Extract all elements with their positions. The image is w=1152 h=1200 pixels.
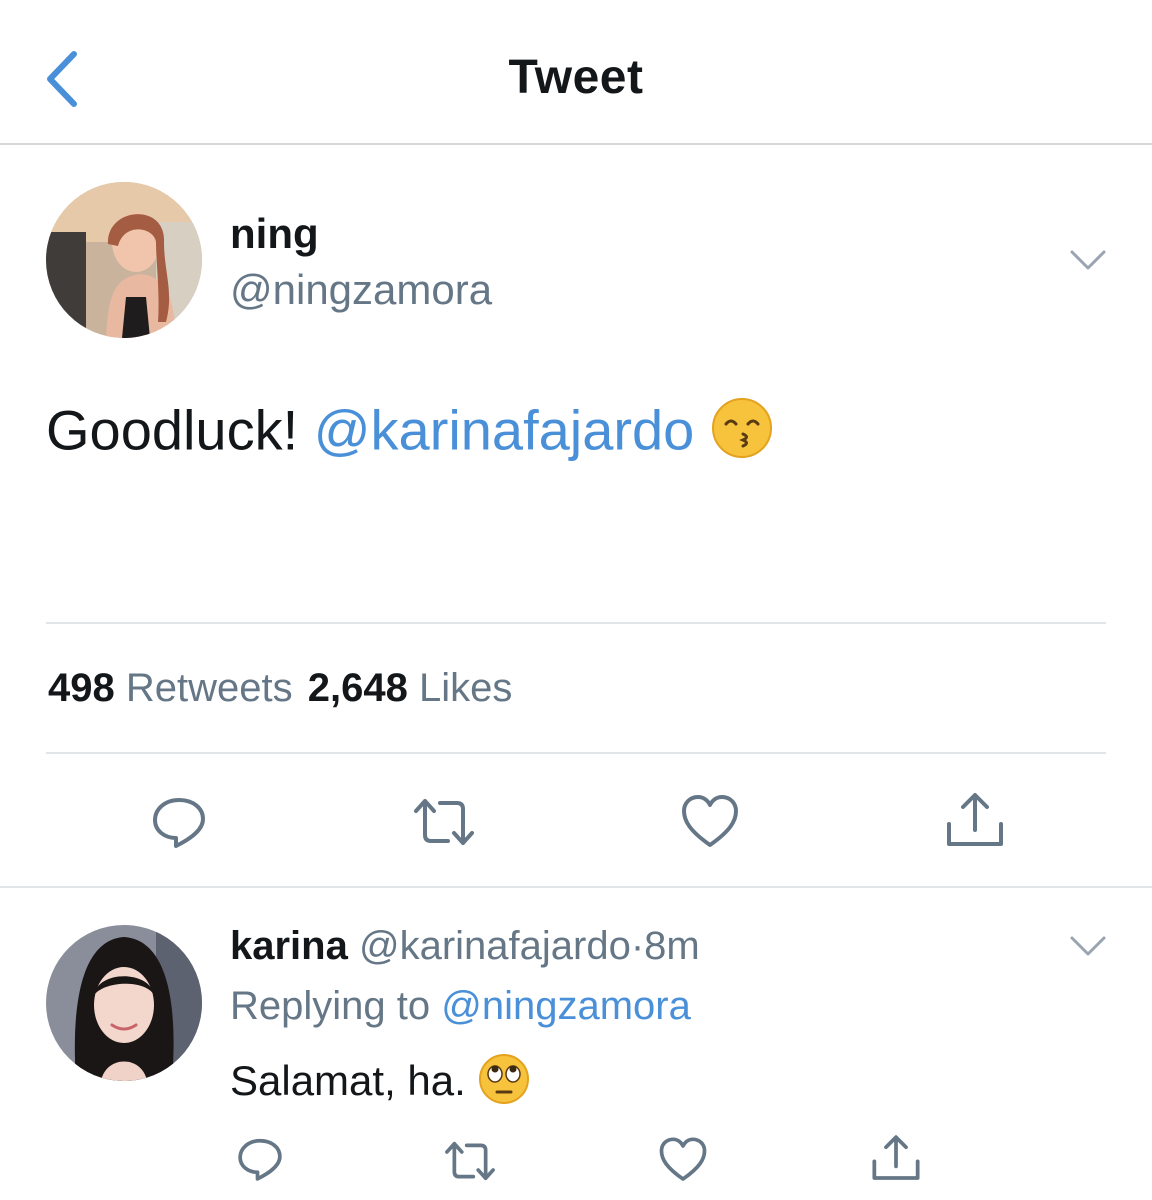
mention-link[interactable]: @karinafajardo: [314, 398, 695, 461]
reply-reply-button[interactable]: [236, 1135, 284, 1188]
chevron-down-icon: [1070, 936, 1106, 956]
reply-body: Salamat, ha.: [230, 1057, 466, 1105]
author-name[interactable]: ning: [230, 210, 319, 258]
reply-icon: [238, 1138, 282, 1181]
replying-to-label: Replying to: [230, 984, 431, 1028]
reply-retweet-button[interactable]: [442, 1137, 498, 1190]
like-label[interactable]: Likes: [419, 666, 512, 710]
reply-avatar[interactable]: [46, 925, 202, 1081]
reply-button[interactable]: [150, 793, 208, 856]
kissing-face-emoji-icon: [710, 396, 774, 473]
reply-share-button[interactable]: [870, 1133, 922, 1188]
retweet-icon: [414, 799, 474, 845]
tweet-body: Goodluck!: [46, 398, 299, 462]
reply-author-name[interactable]: karina: [230, 924, 348, 968]
share-icon: [872, 1135, 920, 1180]
rolling-eyes-emoji-icon: [477, 1052, 531, 1116]
like-icon: [659, 1137, 707, 1181]
retweet-icon: [445, 1141, 495, 1181]
like-icon: [682, 795, 738, 847]
replying-to-handle[interactable]: @ningzamora: [441, 984, 691, 1028]
replying-to: Replying to @ningzamora: [230, 984, 691, 1029]
like-button[interactable]: [680, 793, 740, 856]
avatar-photo: [46, 182, 202, 338]
divider: [46, 622, 1106, 624]
avatar[interactable]: [46, 182, 202, 338]
retweet-label[interactable]: Retweets: [126, 666, 293, 710]
reply-text: Salamat, ha.: [230, 1052, 531, 1116]
reply-options-button[interactable]: [1068, 934, 1108, 963]
like-count[interactable]: 2,648: [308, 666, 408, 710]
share-button[interactable]: [944, 790, 1006, 855]
tweet-options-button[interactable]: [1068, 248, 1108, 277]
section-divider: [0, 886, 1152, 888]
reply-icon: [153, 798, 205, 848]
avatar-photo: [46, 925, 202, 1081]
retweet-button[interactable]: [410, 793, 478, 856]
reply-like-button[interactable]: [658, 1136, 708, 1189]
reply-timestamp: 8m: [644, 924, 700, 968]
page-title: Tweet: [508, 51, 644, 104]
tweet-text: Goodluck! @karinafajardo: [46, 396, 774, 473]
dot-separator: ·: [630, 924, 645, 968]
tweet-stats: 498 Retweets 2,648 Likes: [48, 666, 512, 711]
chevron-down-icon: [1070, 250, 1106, 270]
reply-author-handle[interactable]: @karinafajardo: [359, 924, 631, 968]
share-icon: [947, 793, 1003, 846]
reply-header: karina @karinafajardo·8m: [230, 924, 700, 969]
author-handle[interactable]: @ningzamora: [230, 266, 492, 314]
divider: [46, 752, 1106, 754]
retweet-count[interactable]: 498: [48, 666, 115, 710]
